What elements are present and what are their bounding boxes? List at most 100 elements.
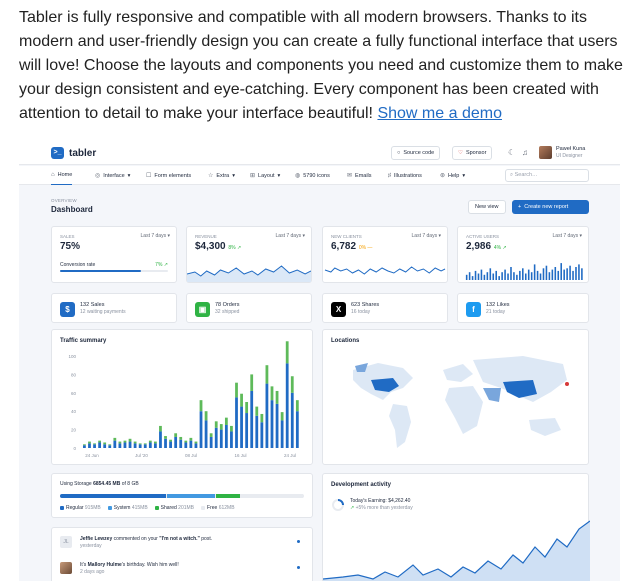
stat-value: 6,782 0% —	[331, 241, 372, 252]
traffic-bar-secondary	[88, 441, 91, 444]
activity-quote: Mallory Hulme	[87, 562, 122, 568]
traffic-bar-secondary	[179, 436, 183, 440]
icon-glyph: $	[65, 305, 70, 314]
traffic-bar	[174, 436, 178, 448]
nav-layout[interactable]: ⊞ Layout ▾	[250, 166, 280, 185]
user-menu[interactable]: Paweł Kuna UI Designer	[556, 146, 585, 160]
nav-illustrations[interactable]: ♯ Illustrations	[388, 166, 422, 185]
traffic-bar	[189, 440, 193, 448]
traffic-bar	[123, 442, 127, 448]
legend-name: Free	[207, 505, 218, 511]
legend-name: System	[113, 505, 131, 511]
users-bar	[492, 273, 495, 280]
nav-interface[interactable]: ◎ Interface ▾	[95, 166, 130, 185]
nav-home[interactable]: ⌂ Home	[51, 166, 73, 185]
nav-label: Interface	[103, 172, 125, 179]
users-bar	[557, 270, 560, 280]
source-code-label: Source code	[403, 150, 435, 156]
plus-icon: +	[518, 204, 522, 210]
period-select[interactable]: Last 7 days ▾	[141, 233, 170, 239]
source-code-button[interactable]: ○ Source code	[391, 146, 441, 160]
traffic-bar	[265, 383, 269, 448]
nav-form-elements[interactable]: ☐ Form elements	[146, 166, 191, 185]
user-name: Paweł Kuna	[556, 146, 586, 152]
period-select[interactable]: Last 7 days ▾	[412, 233, 441, 239]
logo-icon: >_	[51, 147, 64, 159]
traffic-bar-secondary	[290, 376, 294, 393]
storage-segment	[60, 494, 166, 498]
new-view-button[interactable]: New view	[468, 200, 506, 214]
users-bar	[504, 269, 506, 280]
traffic-bar-secondary	[123, 440, 127, 443]
ghost-icon: ◍	[295, 173, 301, 179]
storage-segment	[240, 494, 304, 498]
stat-value: $4,300 8% ↗	[195, 241, 241, 252]
traffic-bar-secondary	[103, 442, 107, 445]
legend-size: 915MB	[84, 505, 101, 511]
traffic-bar	[219, 429, 223, 448]
storage-card: Using Storage 6854.45 MB of 8 GB Regular…	[51, 473, 313, 518]
activity-body: commented on your	[113, 536, 158, 542]
search-input[interactable]: ⌕ Search…	[505, 169, 589, 182]
traffic-bar-secondary	[194, 441, 198, 444]
clients-sparkline	[324, 266, 446, 275]
y-tick-label: 0	[73, 446, 76, 451]
stat-value: 2,986 4% ↗	[466, 241, 507, 252]
progress-fill	[60, 270, 141, 272]
nav-extra[interactable]: ☆ Extra ▾	[208, 166, 235, 185]
users-bar	[569, 265, 571, 280]
traffic-bar	[113, 440, 117, 448]
activity-item[interactable]: It's Mallory Hulme's birthday. Wish him …	[60, 562, 304, 578]
activity-card: JL Jeffie Lewzey commented on your "I'm …	[51, 527, 313, 581]
nav-label: Illustrations	[394, 172, 422, 179]
users-bar	[542, 268, 545, 280]
traffic-bar	[250, 390, 254, 448]
traffic-bar	[88, 443, 91, 448]
users-bar	[522, 268, 524, 280]
avatar[interactable]	[539, 146, 552, 159]
app-topbar: >_ tabler ○ Source code ♡ Sponsor ☾ ♫ Pawe…	[19, 141, 620, 165]
app-logo[interactable]: >_ tabler	[51, 147, 96, 159]
nav-help[interactable]: ⊛ Help ▾	[440, 166, 465, 185]
traffic-bar	[179, 439, 183, 448]
period-select[interactable]: Last 7 days ▾	[276, 233, 305, 239]
checkbox-icon: ☐	[146, 173, 152, 179]
demo-link[interactable]: Show me a demo	[377, 105, 502, 122]
conversion-delta: 7% ↗	[155, 262, 168, 268]
summary-card-shares: X 623 Shares 16 today	[322, 293, 448, 323]
heart-icon: ♡	[458, 150, 463, 156]
earning-text: Today's Earning: $4,262.40	[350, 498, 411, 504]
traffic-bar	[245, 413, 249, 448]
shopping-cart-icon: ▣	[195, 302, 210, 317]
unread-dot	[297, 540, 300, 543]
unread-dot	[297, 566, 300, 569]
storage-segment	[215, 494, 240, 498]
traffic-bar-secondary	[143, 443, 147, 445]
stat-card-sales: SALES Last 7 days ▾ 75% Conversion rate …	[51, 226, 177, 283]
summary-card-sales: $ 132 Sales 12 waiting payments	[51, 293, 177, 323]
nav-icons[interactable]: ◍ 5790 icons	[295, 166, 330, 185]
users-bar	[510, 267, 512, 280]
create-report-button[interactable]: + Create new report	[512, 200, 589, 214]
stat-label: NEW CLIENTS	[331, 234, 362, 239]
sponsor-button[interactable]: ♡ Sponsor	[452, 146, 493, 160]
legend-name: Shared	[160, 505, 177, 511]
y-tick-label: 100	[68, 354, 76, 359]
period-label: Last 7 days	[140, 233, 167, 239]
moon-icon[interactable]: ☾	[508, 148, 515, 157]
period-select[interactable]: Last 7 days ▾	[553, 233, 582, 239]
traffic-bar	[128, 441, 132, 448]
nav-emails[interactable]: ✉ Emails	[347, 166, 372, 185]
activity-item[interactable]: JL Jeffie Lewzey commented on your "I'm …	[60, 536, 304, 552]
summary-sub: 12 waiting payments	[80, 309, 126, 315]
chevron-down-icon: ▾	[127, 172, 131, 179]
traffic-bar	[103, 444, 107, 448]
traffic-bar	[290, 392, 294, 448]
traffic-bar-secondary	[153, 441, 157, 444]
create-report-label: Create new report	[524, 204, 569, 210]
users-bar	[480, 269, 483, 280]
logo-text: tabler	[69, 147, 97, 159]
bell-icon[interactable]: ♫	[522, 148, 528, 157]
users-bar	[465, 274, 468, 280]
legend-shared: Shared 201MB	[154, 505, 194, 511]
